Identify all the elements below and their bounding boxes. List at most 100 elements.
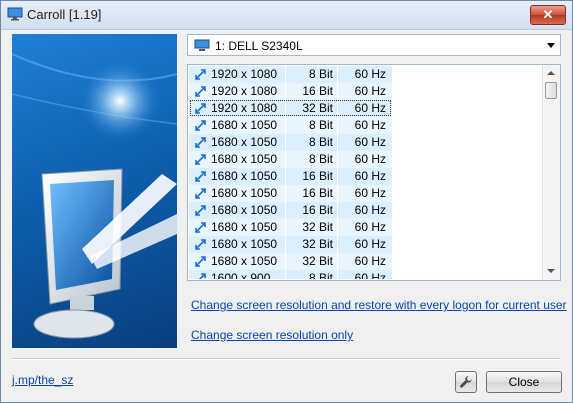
list-item[interactable]: 1920 x 1080 32 Bit 60 Hz [189,100,544,117]
color-depth-cell: 32 Bit [286,219,337,236]
monitor-select-value: 1: DELL S2340L [215,39,303,53]
resolution-text: 1680 x 1050 [211,237,278,251]
resolution-text: 1680 x 1050 [211,203,278,217]
resize-icon [195,205,206,216]
color-depth-cell: 16 Bit [286,168,337,185]
resolution-list[interactable]: 1920 x 1080 8 Bit 60 Hz 1920 x 1080 16 Bit 60… [187,64,561,281]
resolution-cell: 1600 x 900 [189,270,285,279]
color-depth-cell: 8 Bit [286,134,337,151]
resolution-text: 1680 x 1050 [211,254,278,268]
change-only-link[interactable]: Change screen resolution only [191,328,353,342]
wrench-icon [460,376,472,388]
color-depth-cell: 8 Bit [286,117,337,134]
app-window: Carroll [1.19] ✕ 1: DELL S2340L 1920 x 1… [0,0,573,403]
scroll-down-button[interactable] [543,263,559,279]
settings-button[interactable] [455,371,477,393]
list-item[interactable]: 1680 x 1050 8 Bit 60 Hz [189,134,544,151]
color-depth-cell: 32 Bit [286,236,337,253]
list-item[interactable]: 1680 x 1050 32 Bit 60 Hz [189,236,544,253]
close-button[interactable]: Close [486,371,562,393]
resize-icon [195,171,206,182]
refresh-rate-cell: 60 Hz [338,134,392,151]
refresh-rate-cell: 60 Hz [338,253,392,270]
list-item[interactable]: 1680 x 1050 16 Bit 60 Hz [189,168,544,185]
arrow-up-icon [547,71,555,75]
arrow-down-icon [547,269,555,273]
refresh-rate-cell: 60 Hz [338,151,392,168]
resolution-cell: 1680 x 1050 [189,134,285,151]
list-item[interactable]: 1920 x 1080 16 Bit 60 Hz [189,83,544,100]
scroll-thumb[interactable] [545,82,557,99]
resolution-cell: 1680 x 1050 [189,236,285,253]
refresh-rate-cell: 60 Hz [338,83,392,100]
resolution-text: 1680 x 1050 [211,152,278,166]
refresh-rate-cell: 60 Hz [338,185,392,202]
resolution-text: 1680 x 1050 [211,169,278,183]
resolution-cell: 1680 x 1050 [189,151,285,168]
refresh-rate-cell: 60 Hz [338,66,392,83]
resolution-text: 1920 x 1080 [211,84,278,98]
resolution-cell: 1680 x 1050 [189,185,285,202]
color-depth-cell: 16 Bit [286,83,337,100]
change-and-restore-link[interactable]: Change screen resolution and restore wit… [191,298,567,312]
refresh-rate-cell: 60 Hz [338,236,392,253]
monitor-illustration [12,53,177,339]
list-item[interactable]: 1920 x 1080 8 Bit 60 Hz [189,66,544,83]
resolution-cell: 1920 x 1080 [189,66,285,83]
resolution-cell: 1680 x 1050 [189,219,285,236]
window-title: Carroll [1.19] [27,7,102,22]
resize-icon [195,137,206,148]
refresh-rate-cell: 60 Hz [338,219,392,236]
resolution-cell: 1680 x 1050 [189,117,285,134]
resize-icon [195,222,206,233]
color-depth-cell: 32 Bit [286,253,337,270]
refresh-rate-cell: 60 Hz [338,168,392,185]
resolution-cell: 1680 x 1050 [189,168,285,185]
monitor-icon [194,39,210,51]
resize-icon [195,154,206,165]
resolution-text: 1680 x 1050 [211,220,278,234]
resolution-text: 1920 x 1080 [211,67,278,81]
resolution-cell: 1680 x 1050 [189,202,285,219]
color-depth-cell: 8 Bit [286,151,337,168]
color-depth-cell: 16 Bit [286,202,337,219]
resolution-text: 1680 x 1050 [211,118,278,132]
list-item[interactable]: 1680 x 1050 16 Bit 60 Hz [189,202,544,219]
title-bar: Carroll [1.19] ✕ [1,1,572,30]
resize-icon [195,120,206,131]
app-banner-image [12,34,177,348]
list-item[interactable]: 1680 x 1050 8 Bit 60 Hz [189,117,544,134]
resize-icon [195,188,206,199]
monitor-select[interactable]: 1: DELL S2340L [187,34,561,56]
homepage-link[interactable]: j.mp/the_sz [12,373,73,387]
resolution-cell: 1680 x 1050 [189,253,285,270]
divider [12,358,561,360]
color-depth-cell: 8 Bit [286,270,337,279]
scroll-up-button[interactable] [543,65,559,81]
resize-icon [195,69,206,80]
resize-icon [195,239,206,250]
list-item[interactable]: 1680 x 1050 8 Bit 60 Hz [189,151,544,168]
color-depth-cell: 8 Bit [286,66,337,83]
resolution-text: 1680 x 1050 [211,135,278,149]
vertical-scrollbar[interactable] [542,65,560,280]
resolution-cell: 1920 x 1080 [189,83,285,100]
refresh-rate-cell: 60 Hz [338,117,392,134]
resize-icon [195,256,206,267]
list-item[interactable]: 1680 x 1050 16 Bit 60 Hz [189,185,544,202]
window-close-button[interactable]: ✕ [530,5,566,25]
color-depth-cell: 16 Bit [286,185,337,202]
list-item[interactable]: 1680 x 1050 32 Bit 60 Hz [189,219,544,236]
resolution-text: 1600 x 900 [211,271,271,279]
resolution-text: 1680 x 1050 [211,186,278,200]
resolution-rows: 1920 x 1080 8 Bit 60 Hz 1920 x 1080 16 Bit 60… [189,66,544,279]
list-item[interactable]: 1600 x 900 8 Bit 60 Hz [189,270,544,279]
list-item[interactable]: 1680 x 1050 32 Bit 60 Hz [189,253,544,270]
selection-focus-rect [190,100,391,116]
monitor-icon [7,7,23,21]
refresh-rate-cell: 60 Hz [338,202,392,219]
chevron-down-icon[interactable] [547,43,555,48]
resize-icon [198,273,206,279]
refresh-rate-cell: 60 Hz [338,270,392,279]
resize-icon [195,86,206,97]
